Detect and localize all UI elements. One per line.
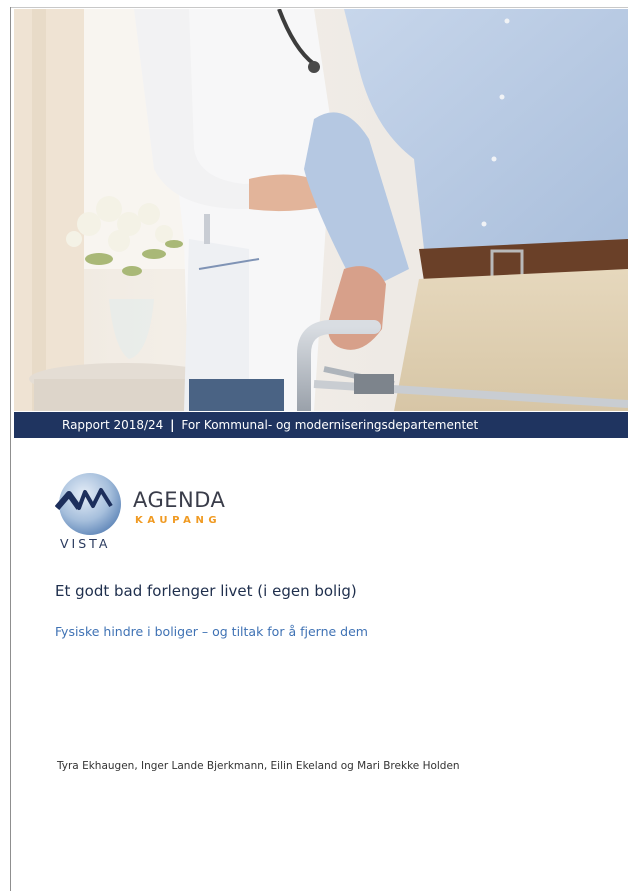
cover-photo [14,9,628,411]
page-left-edge [10,7,11,891]
report-banner: Rapport 2018/24 | For Kommunal- og moder… [14,412,628,438]
page-top-edge [10,7,628,8]
report-cover-page: Rapport 2018/24 | For Kommunal- og moder… [0,0,628,891]
logo-agenda-text: AGENDA [133,488,226,512]
report-authors: Tyra Ekhaugen, Inger Lande Bjerkmann, Ei… [57,760,460,772]
banner-separator: | [170,418,175,432]
logo-vista-text: VISTA [60,536,111,551]
report-number: Rapport 2018/24 [62,418,164,432]
logo-kaupang-text: KAUPANG [135,515,222,526]
agenda-vista-logo: VISTA AGENDA KAUPANG [55,470,255,554]
report-title: Et godt bad forlenger livet (i egen boli… [55,582,357,600]
vista-globe-icon [55,473,121,535]
report-client: For Kommunal- og moderniseringsdeparteme… [181,418,479,432]
report-subtitle: Fysiske hindre i boliger – og tiltak for… [55,624,368,639]
